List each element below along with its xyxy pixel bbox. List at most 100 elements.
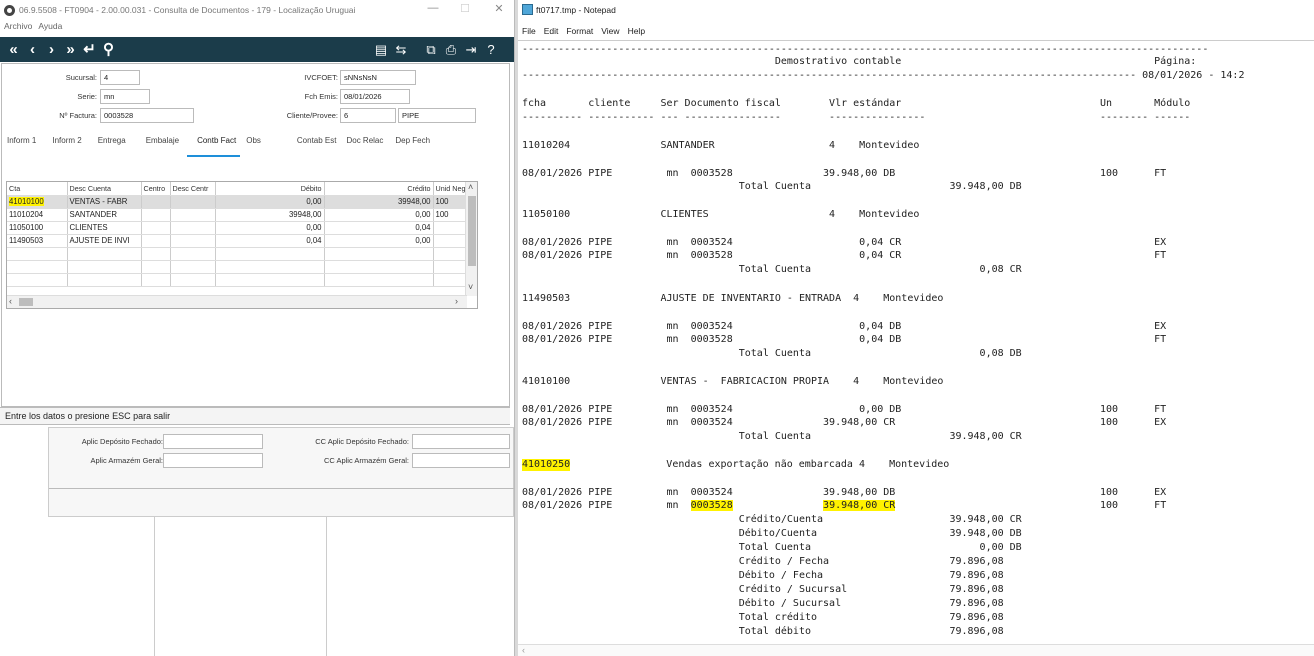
aplic-arm-label: Aplic Armazém Geral: xyxy=(90,456,163,465)
table-row[interactable]: 41010100 VENTAS - FABR 0,00 39948,00 100 xyxy=(7,195,469,209)
text-line: Total Cuenta 0,08 CR xyxy=(522,264,1022,275)
text-line: 11010204 SANTANDER 4 Montevideo xyxy=(522,140,920,151)
col-unid-neg[interactable]: Unid Neg xyxy=(433,182,469,196)
maximize-button[interactable]: ☐ xyxy=(454,2,476,18)
serie-label: Serie: xyxy=(77,92,97,101)
tab-inform-1[interactable]: Inform 1 xyxy=(2,134,42,154)
text-line: 08/01/2026 PIPE mn 0003528 39.948,00 DB … xyxy=(522,168,1167,179)
divider xyxy=(49,488,514,489)
help-icon[interactable]: ? xyxy=(482,37,500,62)
ivcfoet-field[interactable]: sNNsNsN xyxy=(340,70,416,85)
aplic-dep-field[interactable] xyxy=(163,434,263,449)
minimize-button[interactable]: — xyxy=(422,2,444,18)
cell-cta: 11010204 xyxy=(7,208,68,222)
cell-desc: AJUSTE DE INVI xyxy=(67,234,142,248)
notepad-text-area[interactable]: ----------------------------------------… xyxy=(518,40,1314,644)
text-line: 11490503 AJUSTE DE INVENTARIO - ENTRADA … xyxy=(522,293,944,304)
scroll-right-icon[interactable]: › xyxy=(455,296,458,306)
scroll-left-icon[interactable]: ‹ xyxy=(9,296,12,306)
text-line: Crédito / Fecha 79.896,08 xyxy=(522,556,1004,567)
prev-icon[interactable]: ‹ xyxy=(23,37,42,62)
cell-credito: 0,00 xyxy=(324,234,434,248)
col-centro[interactable]: Centro xyxy=(141,182,171,196)
text-line: Débito / Fecha 79.896,08 xyxy=(522,570,1004,581)
col-desc-centro[interactable]: Desc Centr xyxy=(170,182,216,196)
text-line: Total crédito 79.896,08 xyxy=(522,612,1004,623)
col-desc-cuenta[interactable]: Desc Cuenta xyxy=(67,182,142,196)
tab-bar: Inform 1 Inform 2 Entrega Embalaje Contb… xyxy=(2,134,509,157)
nfactura-field[interactable]: 0003528 xyxy=(100,108,194,123)
menu-help[interactable]: Help xyxy=(628,26,645,36)
text-line: 08/01/2026 PIPE mn 0003524 0,04 CR EX xyxy=(522,237,1167,248)
grid-vertical-scrollbar[interactable]: ˄ ˅ xyxy=(465,182,477,296)
tab-embalaje[interactable]: Embalaje xyxy=(132,134,185,154)
tab-obs[interactable]: Obs xyxy=(242,134,267,154)
table-row[interactable]: 11050100 CLIENTES 0,00 0,04 xyxy=(7,221,469,235)
print-icon[interactable]: ⎙ xyxy=(442,37,460,62)
text-line: 41010100 VENTAS - FABRICACION PROPIA 4 M… xyxy=(522,376,944,387)
text-line: Total Cuenta 39.948,00 DB xyxy=(522,181,1022,192)
notepad-title: ft0717.tmp - Notepad xyxy=(536,4,616,15)
first-icon[interactable]: « xyxy=(4,37,23,62)
table-row[interactable]: 11490503 AJUSTE DE INVI 0,04 0,00 xyxy=(7,234,469,248)
return-icon[interactable]: ↵ xyxy=(80,37,99,62)
menu-format[interactable]: Format xyxy=(566,26,593,36)
highlight-amount: 39.948,00 CR xyxy=(823,500,896,511)
aplic-arm-field[interactable] xyxy=(163,453,263,468)
tab-contb-fact[interactable]: Contb Fact xyxy=(185,134,242,157)
scroll-thumb[interactable] xyxy=(19,298,33,306)
grid-horizontal-scrollbar[interactable]: ‹ › xyxy=(7,295,467,308)
tab-dep-fech[interactable]: Dep Fech xyxy=(389,134,436,154)
tab-doc-relac[interactable]: Doc Relac xyxy=(342,134,389,154)
copy-icon[interactable]: ⧉ xyxy=(422,37,440,62)
menu-view[interactable]: View xyxy=(601,26,619,36)
empty-row xyxy=(7,260,469,274)
search-icon[interactable]: ⚲ xyxy=(99,37,118,62)
scroll-down-icon[interactable]: ˅ xyxy=(468,282,473,292)
col-cta[interactable]: Cta xyxy=(7,182,68,196)
cc-aplic-dep-field[interactable] xyxy=(412,434,510,449)
tab-contab-est[interactable]: Contab Est xyxy=(267,134,343,154)
scroll-up-icon[interactable]: ˄ xyxy=(468,182,473,192)
scroll-thumb[interactable] xyxy=(468,196,476,266)
menu-edit[interactable]: Edit xyxy=(544,26,559,36)
report-icon[interactable]: ▤ xyxy=(372,37,390,62)
last-icon[interactable]: » xyxy=(61,37,80,62)
menu-bar: Archivo Ayuda xyxy=(0,21,62,35)
cell-debito: 39948,00 xyxy=(215,208,325,222)
menu-ayuda[interactable]: Ayuda xyxy=(38,21,62,35)
col-debito[interactable]: Débito xyxy=(215,182,325,196)
cc-aplic-arm-field[interactable] xyxy=(412,453,510,468)
document-form: Sucursal: 4 Serie: mn Nº Factura: 000352… xyxy=(1,63,510,407)
table-row[interactable]: 11010204 SANTANDER 39948,00 0,00 100 xyxy=(7,208,469,222)
text-line: Débito / Sucursal 79.896,08 xyxy=(522,598,1004,609)
notepad-horizontal-scrollbar[interactable]: ‹ xyxy=(518,644,1314,656)
menu-archivo[interactable]: Archivo xyxy=(4,21,32,35)
text-line: Demostrativo contable Página: xyxy=(522,56,1197,67)
cell-desc-centro xyxy=(170,208,216,222)
transfer-icon[interactable]: ⇆ xyxy=(392,37,410,62)
empty-row xyxy=(7,247,469,261)
sucursal-field[interactable]: 4 xyxy=(100,70,140,85)
toolbar: « ‹ › » ↵ ⚲ ▤ ⇆ ⧉ ⎙ ⇥ ? xyxy=(0,37,514,62)
fchemis-field[interactable]: 08/01/2026 xyxy=(340,89,410,104)
close-button[interactable]: ✕ xyxy=(488,2,510,18)
tab-inform-2[interactable]: Inform 2 xyxy=(42,134,87,154)
cell-unid: 100 xyxy=(433,208,469,222)
text-line: 08/01/2026 PIPE mn 0003524 0,04 DB EX xyxy=(522,321,1167,332)
scroll-left-icon[interactable]: ‹ xyxy=(522,645,525,655)
text-line-rest: Vendas exportação não embarcada 4 Montev… xyxy=(576,459,950,470)
cell-centro xyxy=(141,195,171,209)
text-line: 08/01/2026 PIPE mn 0003528 0,04 DB FT xyxy=(522,334,1167,345)
cell-debito: 0,00 xyxy=(215,195,325,209)
cliente-code-field[interactable]: 6 xyxy=(340,108,396,123)
aplic-dep-label: Aplic Depósito Fechado: xyxy=(81,437,163,446)
menu-file[interactable]: File xyxy=(522,26,536,36)
text-line: 08/01/2026 PIPE mn 0003528 39.948,00 CR … xyxy=(522,500,1167,511)
next-icon[interactable]: › xyxy=(42,37,61,62)
tab-entrega[interactable]: Entrega xyxy=(88,134,132,154)
serie-field[interactable]: mn xyxy=(100,89,150,104)
exit-icon[interactable]: ⇥ xyxy=(462,37,480,62)
col-credito[interactable]: Crédito xyxy=(324,182,434,196)
cell-debito: 0,04 xyxy=(215,234,325,248)
